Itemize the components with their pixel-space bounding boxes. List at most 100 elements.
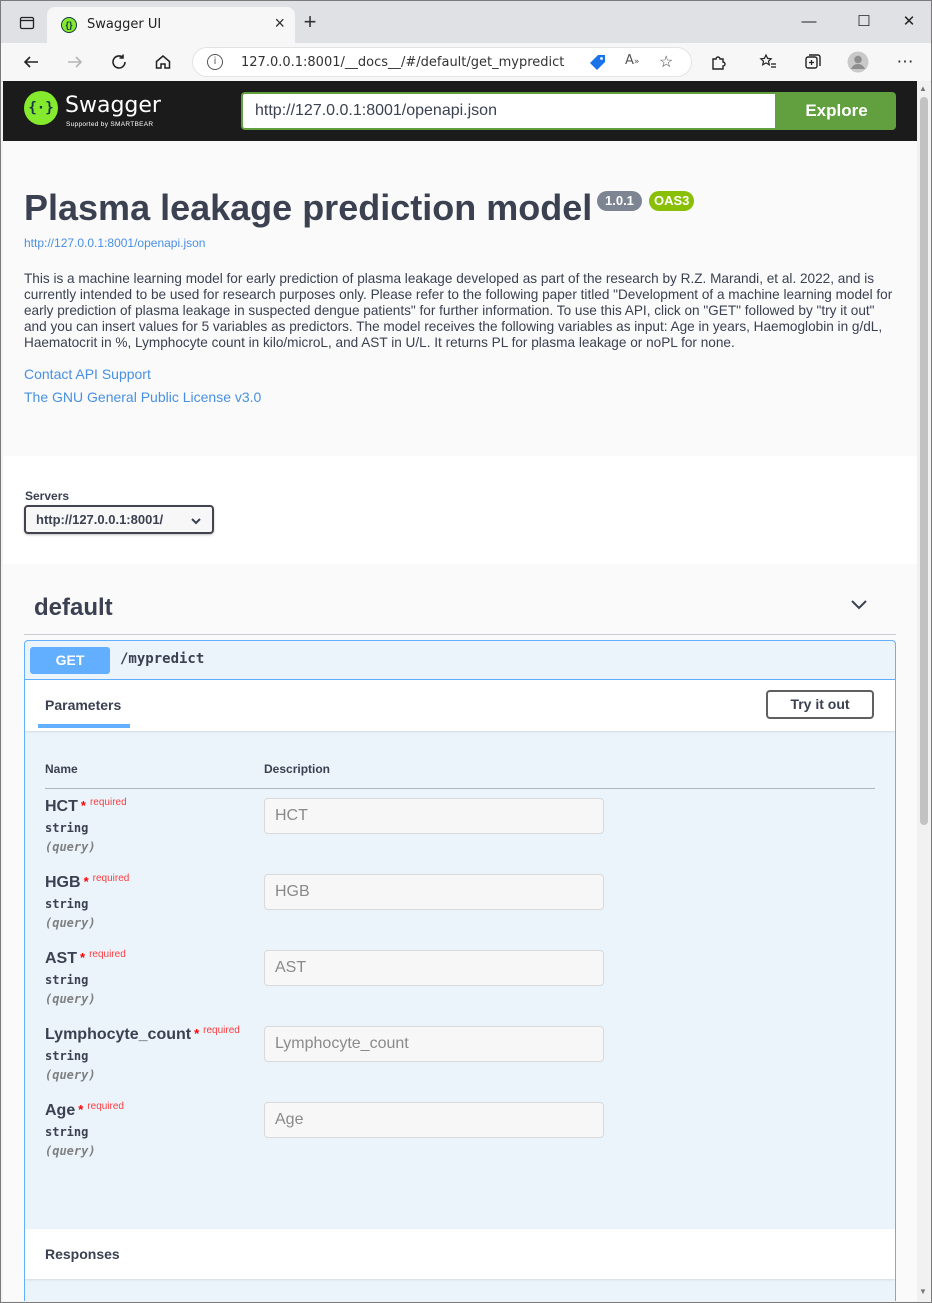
api-info-section: Plasma leakage prediction model 1.0.1 OA…	[3, 141, 917, 456]
page-scrollbar[interactable]: ▲ ▼	[917, 81, 930, 1301]
age-input[interactable]	[264, 1102, 604, 1138]
license-link[interactable]: The GNU General Public License v3.0	[24, 389, 261, 405]
param-row-hct: HCT * required string (query)	[25, 797, 895, 874]
extensions-icon[interactable]	[705, 48, 733, 76]
swagger-favicon-icon: {}	[61, 17, 77, 33]
address-url: 127.0.0.1:8001/__docs__/#/default/get_my…	[241, 55, 565, 70]
ast-input[interactable]	[264, 950, 604, 986]
opblock-summary[interactable]: GET /mypredict	[25, 641, 895, 680]
site-info-icon[interactable]: i	[207, 54, 223, 70]
version-badge: 1.0.1	[597, 191, 642, 211]
servers-section: Servers http://127.0.0.1:8001/	[3, 456, 917, 565]
param-type: string	[45, 897, 89, 911]
close-window-icon[interactable]: ✕	[886, 9, 932, 35]
page-title: Plasma leakage prediction model	[24, 187, 593, 228]
param-name-wrap: AST * required	[45, 949, 126, 968]
method-badge[interactable]: GET	[30, 647, 110, 674]
parameters-header: Parameters Try it out	[25, 680, 895, 731]
param-type: string	[45, 1125, 89, 1139]
minimize-icon[interactable]: —	[786, 9, 832, 35]
required-label: required	[92, 873, 130, 884]
scroll-thumb[interactable]	[920, 97, 928, 825]
address-bar[interactable]: i 127.0.0.1:8001/__docs__/#/default/get_…	[192, 47, 692, 77]
api-description: This is a machine learning model for ear…	[24, 271, 893, 350]
lymphocyte-count-input[interactable]	[264, 1026, 604, 1062]
param-location: (query)	[45, 992, 96, 1006]
param-type: string	[45, 821, 89, 835]
contact-support-link[interactable]: Contact API Support	[24, 366, 151, 382]
param-name: HGB	[45, 874, 81, 891]
required-star: *	[80, 950, 86, 965]
tab-active-indicator	[38, 724, 130, 728]
back-icon[interactable]	[17, 48, 45, 76]
operations-section: default GET /mypredict Parameters Try it…	[3, 564, 917, 1301]
required-star: *	[83, 874, 89, 889]
param-name-wrap: HGB * required	[45, 873, 130, 892]
param-name: HCT	[45, 798, 78, 815]
read-aloud-icon[interactable]: A»	[625, 53, 639, 68]
param-location: (query)	[45, 840, 96, 854]
hgb-input[interactable]	[264, 874, 604, 910]
param-type: string	[45, 1049, 89, 1063]
required-label: required	[87, 1101, 124, 1112]
tab-parameters[interactable]: Parameters	[45, 697, 121, 713]
tab-close-icon[interactable]: ×	[274, 13, 285, 34]
swagger-brand-sub: Supported by SMARTBEAR	[66, 121, 154, 128]
required-star: *	[80, 798, 86, 813]
param-name-wrap: Lymphocyte_count * required	[45, 1025, 240, 1044]
refresh-icon[interactable]	[105, 48, 133, 76]
hct-input[interactable]	[264, 798, 604, 834]
column-header-name: Name	[45, 762, 78, 776]
param-location: (query)	[45, 916, 96, 930]
param-row-lymphocyte-count: Lymphocyte_count * required string (query)	[25, 1025, 895, 1102]
try-it-out-button[interactable]: Try it out	[766, 690, 874, 719]
explore-button[interactable]: Explore	[777, 92, 896, 130]
swagger-logo-icon: {·}	[24, 91, 58, 125]
tag-title[interactable]: default	[34, 594, 113, 622]
more-menu-icon[interactable]: ⋯	[891, 48, 919, 76]
column-header-description: Description	[264, 762, 331, 776]
spec-url-input[interactable]: http://127.0.0.1:8001/openapi.json	[241, 92, 777, 130]
swagger-brand: Swagger	[65, 93, 161, 118]
scroll-up-arrow-icon[interactable]: ▲	[919, 84, 927, 93]
add-favorite-icon[interactable]: ☆	[659, 52, 673, 72]
tab-strip: {} Swagger UI × + — ☐ ✕	[1, 1, 931, 43]
maximize-icon[interactable]: ☐	[841, 9, 887, 35]
required-star: *	[78, 1102, 84, 1117]
server-select[interactable]: http://127.0.0.1:8001/	[24, 505, 214, 534]
oas-badge: OAS3	[649, 191, 695, 211]
required-label: required	[203, 1025, 240, 1036]
coupon-tag-icon[interactable]	[589, 54, 607, 77]
tag-collapse-chevron-icon[interactable]	[849, 594, 869, 620]
scroll-down-arrow-icon[interactable]: ▼	[919, 1287, 927, 1296]
profile-avatar-icon[interactable]	[844, 48, 872, 76]
tab-title: Swagger UI	[87, 17, 162, 32]
tag-divider	[24, 634, 896, 635]
param-location: (query)	[45, 1144, 96, 1158]
opblock-get-mypredict: GET /mypredict Parameters Try it out Nam…	[24, 640, 896, 1301]
servers-label: Servers	[25, 489, 70, 503]
param-row-hgb: HGB * required string (query)	[25, 873, 895, 950]
param-name: Lymphocyte_count	[45, 1026, 192, 1043]
param-name-wrap: HCT * required	[45, 797, 127, 816]
forward-icon[interactable]	[61, 48, 89, 76]
required-star: *	[194, 1026, 200, 1041]
responses-header: Responses	[25, 1229, 895, 1279]
param-type: string	[45, 973, 89, 987]
server-select-value: http://127.0.0.1:8001/	[36, 512, 164, 527]
param-row-age: Age * required string (query)	[25, 1101, 895, 1178]
required-label: required	[89, 949, 126, 960]
home-icon[interactable]	[149, 48, 177, 76]
page-viewport: {·} Swagger Supported by SMARTBEAR http:…	[3, 81, 917, 1301]
collections-icon[interactable]	[799, 48, 827, 76]
table-header-divider	[45, 788, 875, 789]
swagger-topbar: {·} Swagger Supported by SMARTBEAR http:…	[3, 81, 917, 141]
endpoint-path[interactable]: /mypredict	[120, 651, 204, 667]
tab-actions-icon[interactable]	[15, 11, 39, 35]
favorites-icon[interactable]	[754, 48, 782, 76]
param-name: Age	[45, 1102, 76, 1119]
browser-tab[interactable]: {} Swagger UI ×	[47, 7, 295, 43]
browser-toolbar: i 127.0.0.1:8001/__docs__/#/default/get_…	[1, 43, 931, 82]
spec-link[interactable]: http://127.0.0.1:8001/openapi.json	[24, 236, 205, 250]
new-tab-icon[interactable]: +	[297, 9, 323, 35]
